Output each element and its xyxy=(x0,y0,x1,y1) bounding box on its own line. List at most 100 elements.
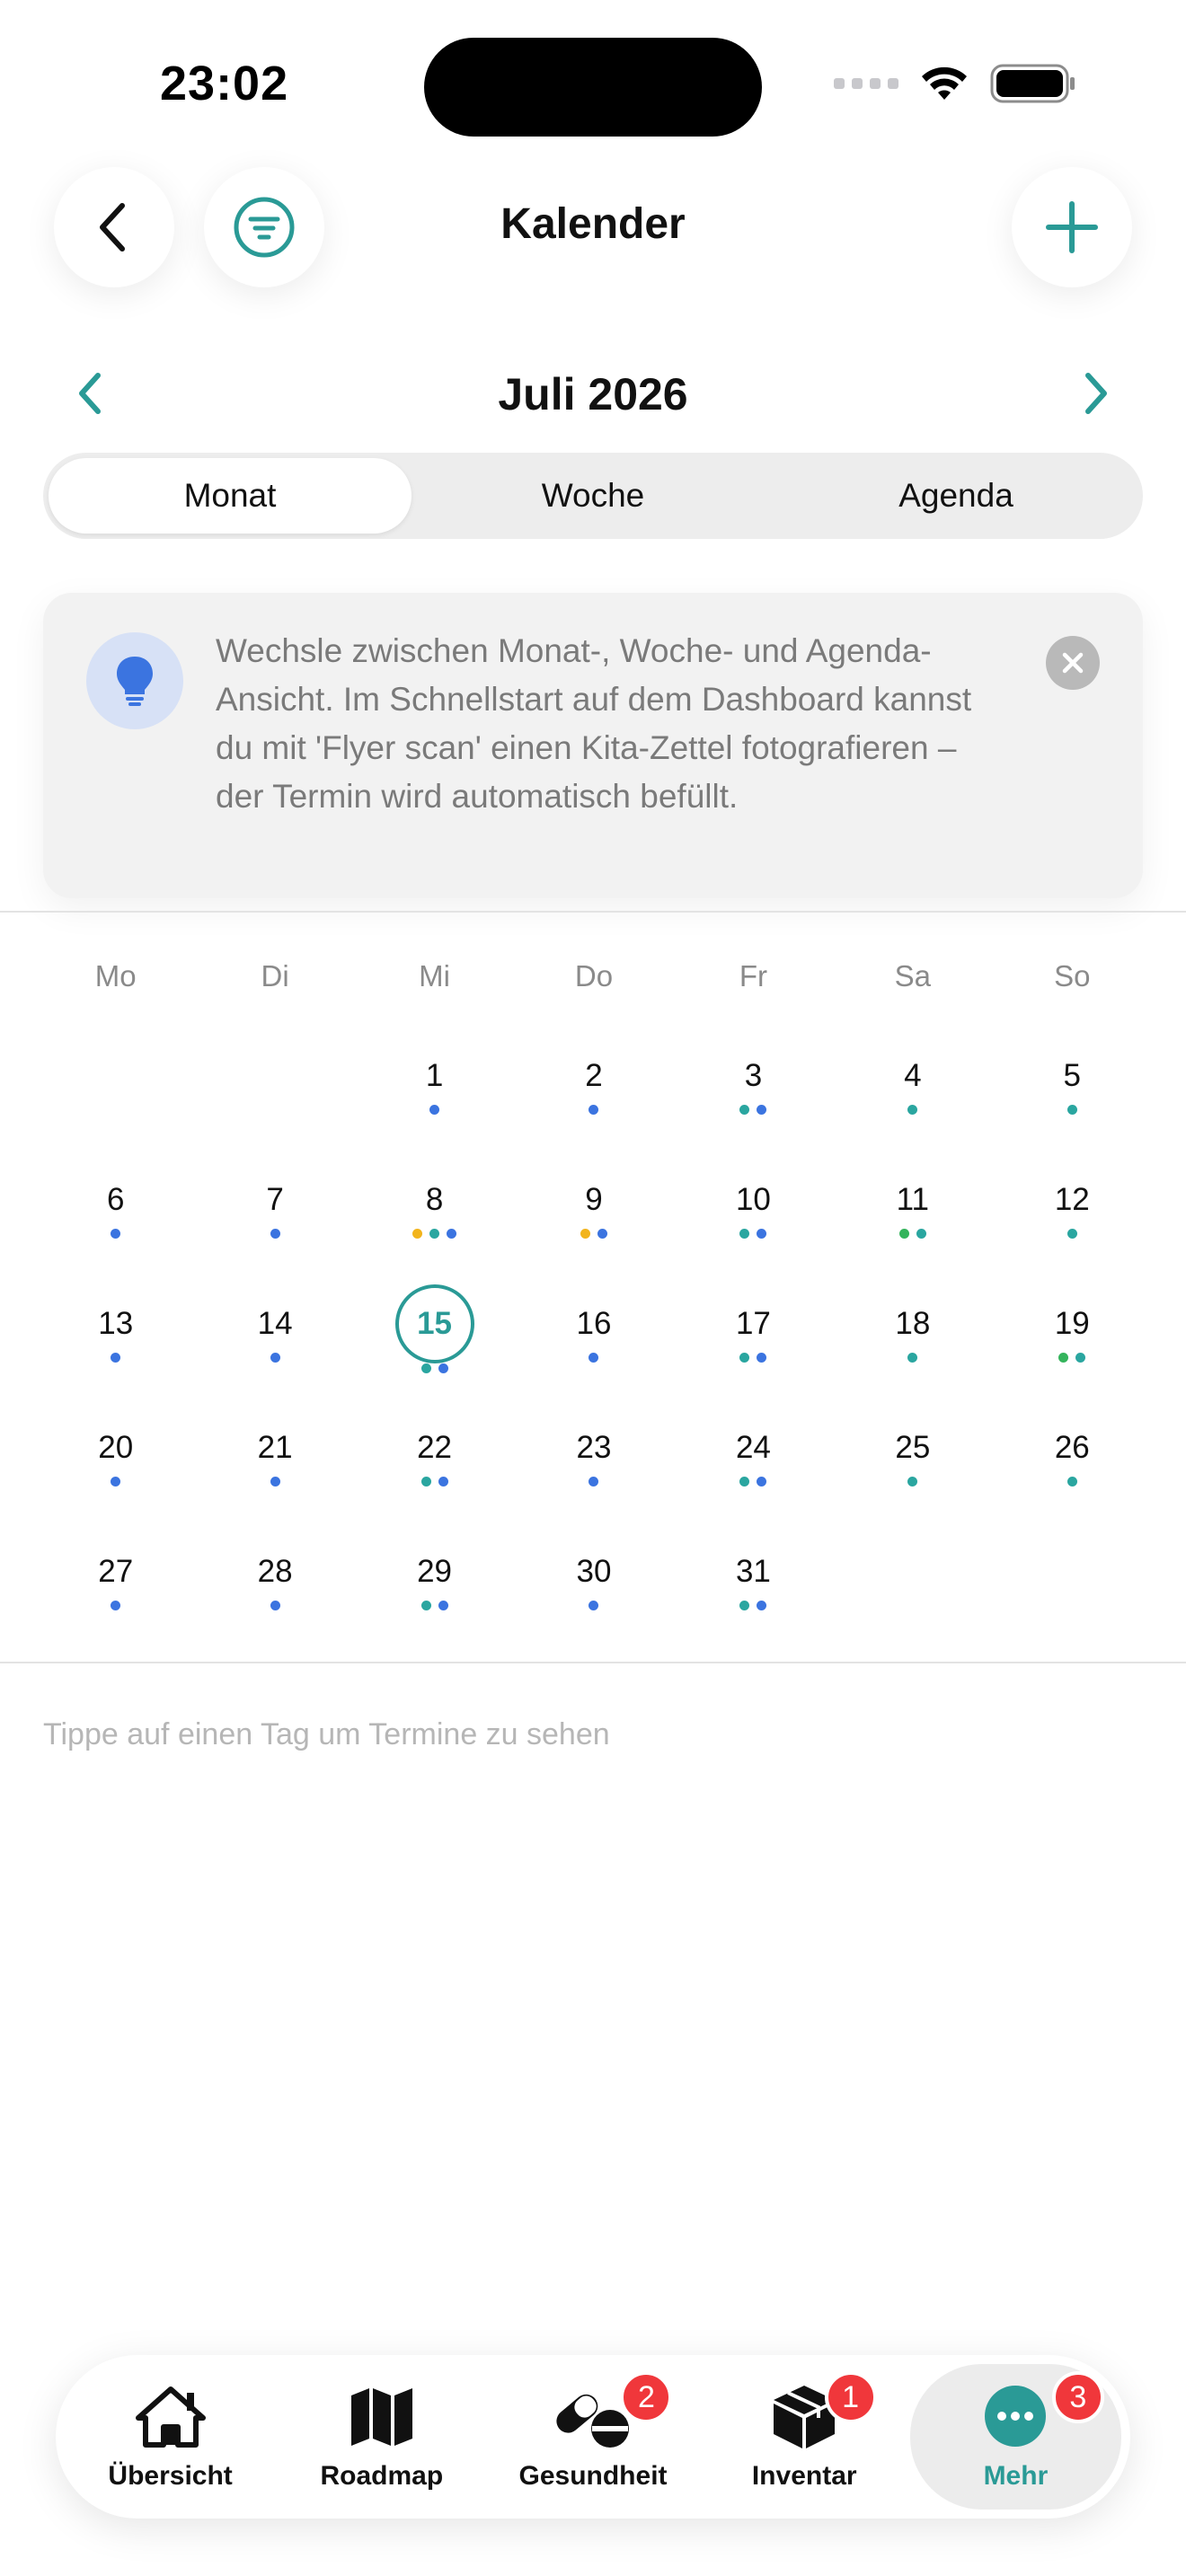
tip-card: Wechsle zwischen Monat-, Woche- und Agen… xyxy=(43,593,1143,898)
day-number: 9 xyxy=(585,1182,603,1217)
day-cell[interactable]: 26 xyxy=(993,1405,1152,1529)
day-cell[interactable]: 2 xyxy=(514,1033,673,1157)
event-dot xyxy=(589,1477,599,1486)
divider xyxy=(0,1662,1186,1663)
day-cell[interactable]: 18 xyxy=(833,1281,992,1405)
event-indicators xyxy=(739,1353,767,1365)
event-indicators xyxy=(270,1229,280,1241)
event-indicators xyxy=(739,1601,767,1613)
next-month-button[interactable] xyxy=(1060,357,1132,429)
event-dot xyxy=(739,1601,750,1610)
day-cell[interactable]: 20 xyxy=(36,1405,195,1529)
plus-icon xyxy=(1046,201,1098,253)
day-cell[interactable]: 16 xyxy=(514,1281,673,1405)
day-cell[interactable]: 28 xyxy=(195,1529,354,1653)
more-icon xyxy=(983,2382,1048,2450)
day-cell[interactable]: 3 xyxy=(674,1033,833,1157)
tab-overview[interactable]: Übersicht xyxy=(65,2364,276,2510)
day-number: 19 xyxy=(1054,1306,1090,1341)
day-cell[interactable]: 14 xyxy=(195,1281,354,1405)
day-cell[interactable]: 8 xyxy=(355,1157,514,1281)
view-option-month[interactable]: Monat xyxy=(49,458,412,534)
empty-selection-hint: Tippe auf einen Tag um Termine zu sehen xyxy=(43,1717,610,1751)
tab-more[interactable]: Mehr 3 xyxy=(909,2364,1122,2510)
event-indicators xyxy=(589,1601,599,1613)
day-number: 4 xyxy=(904,1058,922,1093)
day-number: 31 xyxy=(735,1554,771,1589)
day-number: 1 xyxy=(425,1058,444,1093)
day-number: 29 xyxy=(417,1554,453,1589)
tab-label: Mehr xyxy=(983,2461,1049,2491)
add-event-button[interactable] xyxy=(1012,167,1132,287)
weekday-label: Di xyxy=(261,959,289,992)
tab-inventory[interactable]: Inventar 1 xyxy=(699,2364,910,2510)
day-cell[interactable]: 30 xyxy=(514,1529,673,1653)
day-number: 14 xyxy=(257,1306,293,1341)
day-number: 25 xyxy=(895,1430,931,1465)
day-cell[interactable]: 23 xyxy=(514,1405,673,1529)
day-number: 16 xyxy=(576,1306,612,1341)
day-cell[interactable]: 19 xyxy=(993,1281,1152,1405)
event-dot xyxy=(270,1477,280,1486)
event-dot xyxy=(739,1353,750,1363)
day-number: 24 xyxy=(735,1430,771,1465)
event-indicators xyxy=(907,1105,918,1117)
weekday-label: So xyxy=(1054,959,1091,992)
day-cell[interactable]: 12 xyxy=(993,1157,1152,1281)
event-dot xyxy=(757,1601,767,1610)
day-cell[interactable]: 7 xyxy=(195,1157,354,1281)
day-cell[interactable]: 22 xyxy=(355,1405,514,1529)
tab-bar: Übersicht Roadmap Gesundheit 2 Inventar … xyxy=(56,2355,1130,2519)
event-dot xyxy=(907,1353,918,1363)
dynamic-island xyxy=(424,38,762,137)
day-cell[interactable]: 21 xyxy=(195,1405,354,1529)
event-indicators xyxy=(580,1229,607,1241)
day-cell[interactable]: 31 xyxy=(674,1529,833,1653)
day-cell[interactable]: 6 xyxy=(36,1157,195,1281)
close-tip-button[interactable] xyxy=(1046,636,1100,690)
day-number: 27 xyxy=(98,1554,134,1589)
day-cell[interactable]: 11 xyxy=(833,1157,992,1281)
tab-roadmap[interactable]: Roadmap xyxy=(276,2364,487,2510)
day-number: 7 xyxy=(266,1182,284,1217)
event-dot xyxy=(412,1229,423,1239)
event-indicators xyxy=(898,1229,926,1241)
empty-day-cell xyxy=(36,1033,195,1157)
day-cell[interactable]: 17 xyxy=(674,1281,833,1405)
event-indicators xyxy=(739,1477,767,1489)
view-switch: Monat Woche Agenda xyxy=(43,453,1143,539)
day-cell[interactable]: 25 xyxy=(833,1405,992,1529)
day-cell[interactable]: 1 xyxy=(355,1033,514,1157)
tab-health[interactable]: Gesundheit 2 xyxy=(487,2364,698,2510)
day-number: 2 xyxy=(585,1058,603,1093)
view-option-week[interactable]: Woche xyxy=(412,458,774,534)
event-dot xyxy=(1075,1353,1086,1363)
event-dot xyxy=(111,1477,121,1486)
day-number: 13 xyxy=(98,1306,134,1341)
status-time: 23:02 xyxy=(160,57,289,110)
event-dot xyxy=(907,1477,918,1486)
day-cell[interactable]: 13 xyxy=(36,1281,195,1405)
tip-text: Wechsle zwischen Monat-, Woche- und Agen… xyxy=(216,632,972,815)
event-dot xyxy=(597,1229,607,1239)
view-option-agenda[interactable]: Agenda xyxy=(774,458,1137,534)
day-number: 18 xyxy=(895,1306,931,1341)
day-cell[interactable]: 27 xyxy=(36,1529,195,1653)
event-dot xyxy=(907,1105,918,1115)
day-cell[interactable]: 9 xyxy=(514,1157,673,1281)
cellular-icon xyxy=(834,78,898,89)
event-indicators xyxy=(111,1601,121,1613)
day-cell-today[interactable]: 15 xyxy=(355,1281,514,1405)
close-icon xyxy=(1062,652,1084,674)
day-number: 26 xyxy=(1054,1430,1090,1465)
day-cell[interactable]: 5 xyxy=(993,1033,1152,1157)
event-indicators xyxy=(270,1353,280,1365)
day-cell[interactable]: 10 xyxy=(674,1157,833,1281)
day-cell[interactable]: 4 xyxy=(833,1033,992,1157)
day-cell[interactable]: 24 xyxy=(674,1405,833,1529)
event-indicators xyxy=(907,1353,918,1365)
event-indicators xyxy=(111,1353,121,1365)
weekday-label: Do xyxy=(574,959,614,992)
month-grid: 1 2 3 4 5 6 7 8 9 10 11 12 13 14 15 16 17 18 19 20 21 22 23 24 2… xyxy=(0,1033,1186,1653)
day-cell[interactable]: 29 xyxy=(355,1529,514,1653)
